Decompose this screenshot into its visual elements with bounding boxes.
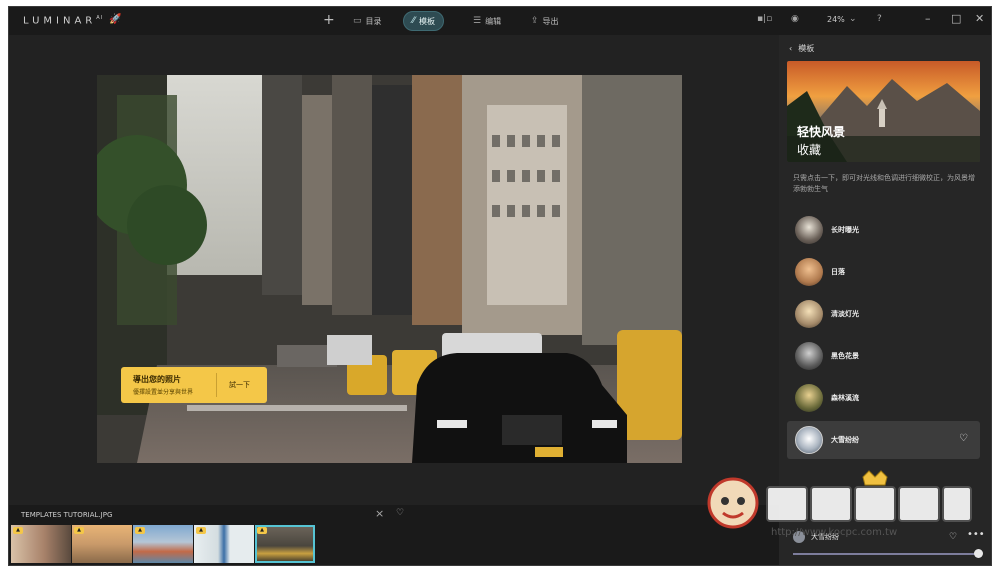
template-label: 长时曝光 [831,226,859,234]
share-icon: ⇪ [531,16,539,26]
favorite-heart-icon[interactable]: ♡ [959,433,968,444]
template-thumbnail [795,342,823,370]
close-icon[interactable]: × [375,507,384,520]
thumbnail-woman[interactable]: ▲ [194,525,254,563]
toast-title: 導出您的照片 [133,375,181,384]
tab-templates[interactable]: ⁄⁄ 模板 [403,11,445,31]
add-photos-button[interactable]: + [323,12,335,28]
zoom-level[interactable]: 24% [827,15,845,24]
template-badge-icon: ▲ [13,527,23,534]
maximize-button[interactable]: □ [951,12,961,25]
template-thumbnail [795,216,823,244]
template-item-forest-stream[interactable]: 森林溪流 [787,379,980,417]
applied-template-row: 大雪纷纷 [793,531,839,543]
template-item-long-exposure[interactable]: 长时曝光 [787,211,980,249]
app-window: LUMINARAI 🚀 + ▭ 目录 ⁄⁄ 模板 ☰ 编辑 ⇪ 导出 ▪|▫ ◉… [8,6,992,566]
chevron-left-icon: ‹ [789,44,793,53]
help-icon[interactable]: ? [877,14,882,24]
collection-description: 只需点击一下，即可对光线和色调进行细微校正，为风景增添勃勃生气 [793,174,975,193]
toast-subtitle: 優擇設置並分享與世界 [133,389,194,396]
app-logo: LUMINARAI [23,15,104,27]
applied-heart-icon[interactable]: ♡ [949,532,957,542]
city-street-photo [97,75,682,463]
template-thumbnail [795,426,823,454]
top-toolbar: LUMINARAI 🚀 + ▭ 目录 ⁄⁄ 模板 ☰ 编辑 ⇪ 导出 ▪|▫ ◉… [9,7,991,35]
sliders-icon: ☰ [473,16,482,26]
template-label: 日落 [831,268,845,276]
template-item-soft-light[interactable]: 清淡灯光 [787,295,980,333]
eye-icon[interactable]: ◉ [791,14,799,24]
templates-panel: ‹ 模板 轻快风景 收藏 只需点击一下，即可对光线和色调进行细微校正，为风景增添 [779,35,991,565]
template-label: 大雪纷纷 [831,436,859,444]
template-badge-icon: ▲ [135,527,145,534]
tab-catalog-label: 目录 [365,16,382,26]
tab-templates-label: 模板 [419,16,436,26]
collection-hero[interactable]: 轻快风景 收藏 [787,61,980,162]
canvas-area[interactable]: 導出您的照片 優擇設置並分享與世界 試一下 [9,35,779,505]
tab-export[interactable]: ⇪ 导出 [523,11,567,31]
template-item-dark-flowers[interactable]: 黑色花景 [787,337,980,375]
applied-template-thumbnail [793,531,805,543]
hero-title: 轻快风景 [797,125,846,139]
compare-icon[interactable]: ▪|▫ [757,14,772,24]
filmstrip: TEMPLATES TUTORIAL.JPG × ♡ ▲ ▲ ▲ ▲ ▲ [9,505,779,565]
tab-edit-label: 编辑 [485,16,502,26]
folder-icon: ▭ [353,16,362,26]
thumbnail-harbor[interactable]: ▲ [133,525,193,563]
thumbnail-portrait[interactable]: ▲ [11,525,71,563]
template-badge-icon: ▲ [74,527,84,534]
template-label: 黑色花景 [831,352,859,360]
template-badge-icon: ▲ [196,527,206,534]
toast-divider [216,373,217,397]
rocket-icon[interactable]: 🚀 [109,14,121,25]
filmstrip-filename: TEMPLATES TUTORIAL.JPG [21,511,113,519]
more-options-icon[interactable]: ••• [967,529,985,540]
template-thumbnail [795,384,823,412]
close-button[interactable]: ✕ [975,12,984,25]
template-badge-icon: ▲ [257,527,267,534]
template-item-heavy-snow[interactable]: 大雪纷纷 ♡ [787,421,980,459]
tab-catalog[interactable]: ▭ 目录 [345,11,390,31]
toast-try-button[interactable]: 試一下 [229,380,250,390]
zoom-chevron-icon[interactable]: ⌄ [849,14,857,24]
template-item-sunset[interactable]: 日落 [787,253,980,291]
back-label: 模板 [798,44,815,53]
template-thumbnail [795,300,823,328]
slider-knob[interactable] [974,549,983,558]
template-label: 森林溪流 [831,394,859,402]
applied-template-label: 大雪纷纷 [811,533,839,541]
tab-edit[interactable]: ☰ 编辑 [465,11,509,31]
template-label: 清淡灯光 [831,310,859,318]
thumbnail-desert[interactable]: ▲ [72,525,132,563]
tab-export-label: 导出 [542,16,559,26]
back-button[interactable]: ‹ 模板 [789,43,814,54]
template-amount-slider[interactable] [793,549,983,558]
hero-subtitle: 收藏 [797,143,822,157]
export-tip-toast[interactable]: 導出您的照片 優擇設置並分享與世界 試一下 [121,367,267,403]
template-thumbnail [795,258,823,286]
thumbnail-row: ▲ ▲ ▲ ▲ ▲ [11,525,315,563]
main-photo[interactable]: 導出您的照片 優擇設置並分享與世界 試一下 [97,75,682,463]
magic-wand-icon: ⁄⁄ [412,16,416,26]
thumbnail-city[interactable]: ▲ [255,525,315,563]
heart-icon[interactable]: ♡ [396,508,404,518]
minimize-button[interactable]: – [925,12,931,25]
